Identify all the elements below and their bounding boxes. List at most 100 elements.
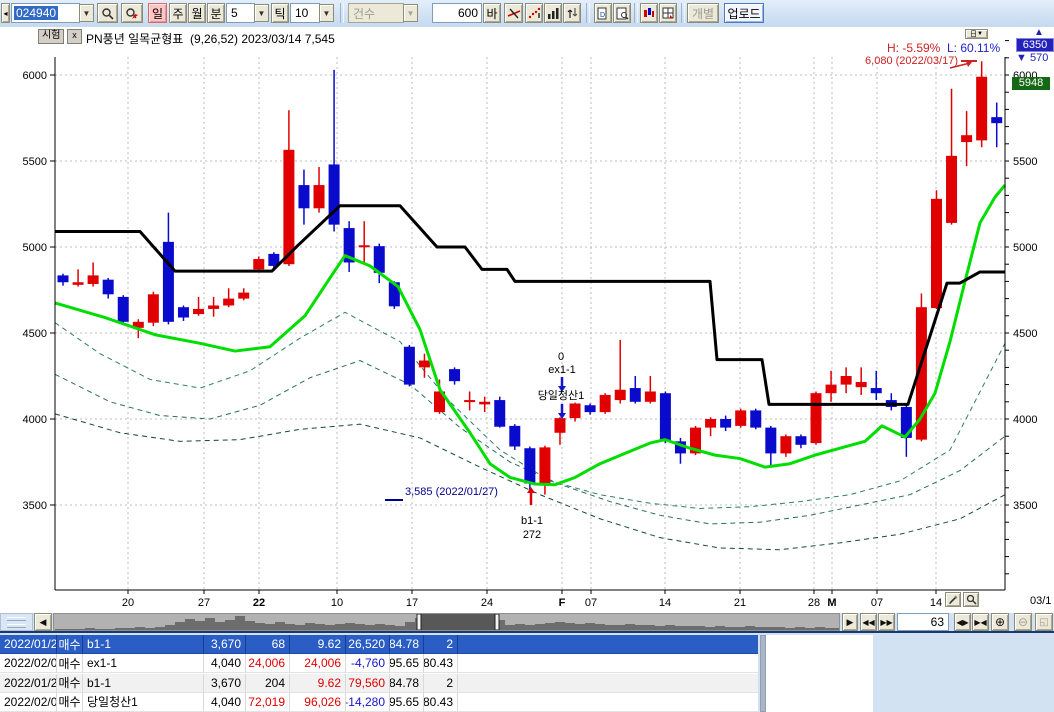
annotation-text: L: 60.11%: [947, 41, 1000, 55]
annotation-text: 272: [523, 529, 541, 541]
signal-table-row[interactable]: 2022/01/27매수b1-13,6702049.6279,56084.782: [0, 674, 758, 693]
table-cell: 4,040: [204, 654, 246, 673]
toolbar-separator: [681, 3, 685, 23]
nav-fullview-button: ◱: [1035, 613, 1053, 631]
candle-up: [826, 385, 837, 394]
candle-down: [58, 275, 69, 282]
doc-search-button[interactable]: [613, 3, 631, 23]
candle-down: [494, 400, 505, 427]
nav-expand-button[interactable]: ◀▶: [954, 613, 971, 631]
doc-search-icon: [616, 7, 629, 20]
pencil-icon: [948, 594, 959, 605]
chart-panel: 시험 x PN풍년 일목균형표 (9,26,52) 2023/03/14 7,5…: [0, 27, 1054, 613]
signal-table-row[interactable]: 2022/01/27매수b1-13,670689.6226,52084.782: [0, 635, 758, 654]
draw-tool-button[interactable]: [945, 592, 961, 607]
candle-down: [449, 369, 460, 381]
candle-up: [946, 156, 957, 223]
grid-lines: [55, 57, 1005, 590]
table-cell: 204: [246, 674, 290, 693]
zoom-tool-button[interactable]: [963, 592, 979, 607]
candle-up: [238, 293, 249, 299]
y-axis-label: 3500: [23, 500, 47, 512]
bars-on-screen-input[interactable]: 63: [897, 613, 949, 631]
period-minute-button[interactable]: 분: [207, 3, 225, 23]
nav-go-end-button[interactable]: ▶◀: [972, 613, 989, 631]
signal-arrow-down-icon: [558, 413, 566, 419]
annotation-text: 당일청산1: [538, 388, 585, 402]
x-axis-label: 14: [930, 597, 942, 609]
sort-updown-button[interactable]: [563, 3, 581, 23]
period-week-button[interactable]: 주: [169, 3, 187, 23]
tick-count-arrow[interactable]: ▼: [319, 4, 334, 22]
candle-up: [314, 185, 325, 208]
individual-button: 개별: [687, 3, 719, 23]
candle-down: [765, 428, 776, 454]
search-jump-button[interactable]: [121, 3, 143, 23]
toolbar-collapse-button[interactable]: ◂: [1, 3, 10, 23]
x-axis-label: 14: [659, 597, 671, 609]
nav-step-right-button[interactable]: ▶: [842, 613, 858, 631]
dotted-chart-icon: [528, 7, 541, 20]
nav-zoom-out-button: ⊖: [1014, 613, 1032, 631]
tick-count-select[interactable]: 10: [290, 3, 320, 23]
x-axis-label: F: [559, 597, 566, 609]
volume-chart-button[interactable]: [544, 3, 562, 23]
upload-button[interactable]: 업로드: [724, 3, 764, 23]
table-cell: 79,560: [346, 674, 390, 693]
navigator-strip[interactable]: [53, 613, 840, 631]
search-icon: [101, 7, 114, 20]
navigator-left-button[interactable]: ◀: [34, 613, 52, 631]
range-handle[interactable]: [417, 614, 421, 630]
candlestick-chart[interactable]: 6000600055005500500050004500450040004000…: [0, 27, 1054, 613]
x-axis-label: 07: [585, 597, 597, 609]
axis-period-mini-button[interactable]: 日▼: [965, 29, 988, 39]
signal-chart-button[interactable]: [525, 3, 543, 23]
annotation-text: b1-1: [521, 515, 543, 527]
nav-zoom-in-button[interactable]: ⊕: [991, 613, 1009, 631]
magnifier-icon: [966, 594, 977, 605]
table-cell: 95.65: [390, 693, 424, 712]
signal-table-row[interactable]: 2022/02/03매수당일청산14,04072,01996,026-14,28…: [0, 693, 758, 712]
scale-top-box[interactable]: 6350: [1016, 38, 1054, 52]
table-cell: b1-1: [83, 635, 204, 654]
bar-apply-button[interactable]: 바: [483, 3, 501, 23]
symbol-dropdown-arrow[interactable]: ▼: [79, 4, 94, 22]
scale-diff-value: ▼ 570: [1016, 52, 1048, 64]
range-handle[interactable]: [495, 614, 499, 630]
count-select-disabled: 건수: [348, 3, 404, 23]
scale-up-icon[interactable]: ▲: [1034, 27, 1044, 38]
candle-down: [298, 185, 309, 208]
period-month-button[interactable]: 월: [188, 3, 206, 23]
symbol-input[interactable]: 024940: [11, 3, 80, 23]
annotation-text: 6,080 (2022/03/17): [865, 55, 958, 67]
candle-up: [931, 199, 942, 308]
candle-down: [509, 426, 520, 447]
tick-button[interactable]: 틱: [271, 3, 289, 23]
toolbar-separator: [340, 3, 344, 23]
table-cell-filler: [458, 693, 758, 712]
period-day-button[interactable]: 일: [148, 3, 167, 23]
minute-count-arrow[interactable]: ▼: [254, 4, 269, 22]
nav-page-right-button[interactable]: ▶▶: [878, 613, 895, 631]
candle-up: [479, 402, 490, 405]
candle-colors-icon: [643, 7, 655, 19]
document-button[interactable]: D: [594, 3, 612, 23]
nav-page-left-button[interactable]: ◀◀: [860, 613, 877, 631]
search-button[interactable]: [97, 3, 118, 23]
multi-chart-button[interactable]: [640, 3, 658, 23]
navigator-grip[interactable]: [0, 613, 33, 631]
symbol-input-value: 024940: [14, 6, 58, 20]
table-cell: -4,760: [346, 654, 390, 673]
grid-layout-button[interactable]: [659, 3, 677, 23]
signal-table: 2022/01/27매수b1-13,670689.6226,52084.7822…: [0, 635, 758, 712]
candle-down: [404, 347, 415, 385]
trendline-delete-button[interactable]: [504, 3, 523, 23]
corner-date-label: 03/1: [1030, 595, 1051, 607]
annotation-text: 0: [558, 351, 564, 363]
candle-up: [780, 436, 791, 453]
minute-count-select[interactable]: 5: [226, 3, 255, 23]
candle-up: [856, 382, 867, 387]
candle-down: [720, 419, 731, 428]
signal-table-row[interactable]: 2022/02/03매수ex1-14,04024,00624,006-4,760…: [0, 654, 758, 673]
bar-count-input[interactable]: 600: [432, 3, 482, 23]
